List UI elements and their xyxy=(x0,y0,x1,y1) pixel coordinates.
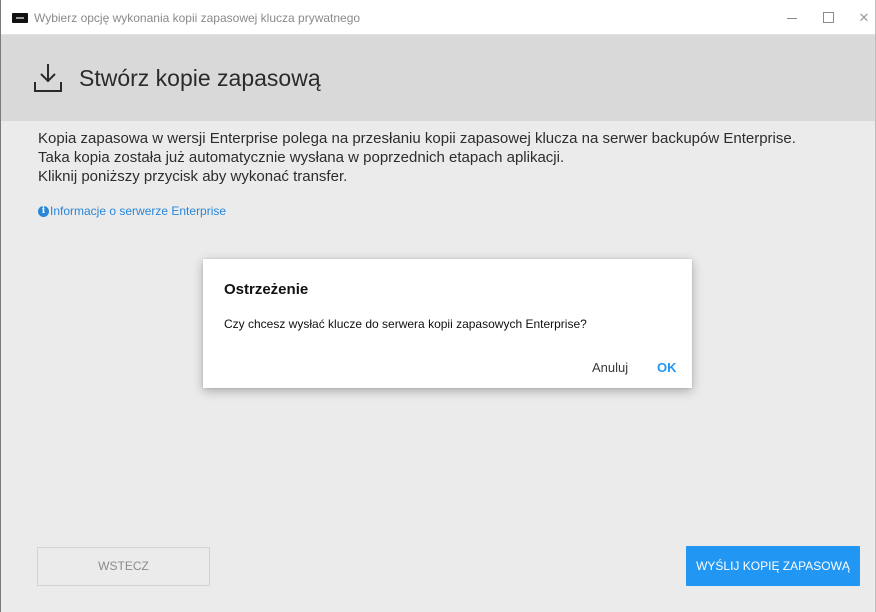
app-logo-icon xyxy=(12,13,28,23)
description-line: Kliknij poniższy przycisk aby wykonać tr… xyxy=(38,168,348,185)
download-icon xyxy=(34,64,62,92)
close-icon: ✕ xyxy=(858,10,870,25)
app-window: Wybierz opcję wykonania kopii zapasowej … xyxy=(0,0,876,612)
window-title: Wybierz opcję wykonania kopii zapasowej … xyxy=(34,11,361,25)
maximize-icon xyxy=(823,12,834,23)
minimize-button[interactable] xyxy=(775,0,809,35)
enterprise-server-info-link[interactable]: i Informacje o serwerze Enterprise xyxy=(38,204,226,218)
description: Kopia zapasowa w wersji Enterprise poleg… xyxy=(38,129,868,186)
maximize-button[interactable] xyxy=(811,0,845,35)
dialog-title: Ostrzeżenie xyxy=(224,281,309,298)
page-header: Stwórz kopie zapasową xyxy=(1,35,875,121)
info-icon: i xyxy=(38,205,49,217)
description-line: Taka kopia została już automatycznie wys… xyxy=(38,149,565,166)
send-backup-button[interactable]: WYŚLIJ KOPIĘ ZAPASOWĄ xyxy=(686,546,860,586)
back-button[interactable]: WSTECZ xyxy=(37,547,210,586)
title-bar[interactable]: Wybierz opcję wykonania kopii zapasowej … xyxy=(1,0,875,35)
ok-button[interactable]: OK xyxy=(657,360,677,375)
cancel-button[interactable]: Anuluj xyxy=(592,360,628,375)
close-button[interactable]: ✕ xyxy=(847,0,875,35)
warning-dialog: Ostrzeżenie Czy chcesz wysłać klucze do … xyxy=(203,259,692,388)
page-title: Stwórz kopie zapasową xyxy=(79,65,321,91)
dialog-message: Czy chcesz wysłać klucze do serwera kopi… xyxy=(224,317,587,331)
minimize-icon xyxy=(787,18,797,19)
info-link-label: Informacje o serwerze Enterprise xyxy=(50,204,227,218)
description-line: Kopia zapasowa w wersji Enterprise poleg… xyxy=(38,130,796,147)
